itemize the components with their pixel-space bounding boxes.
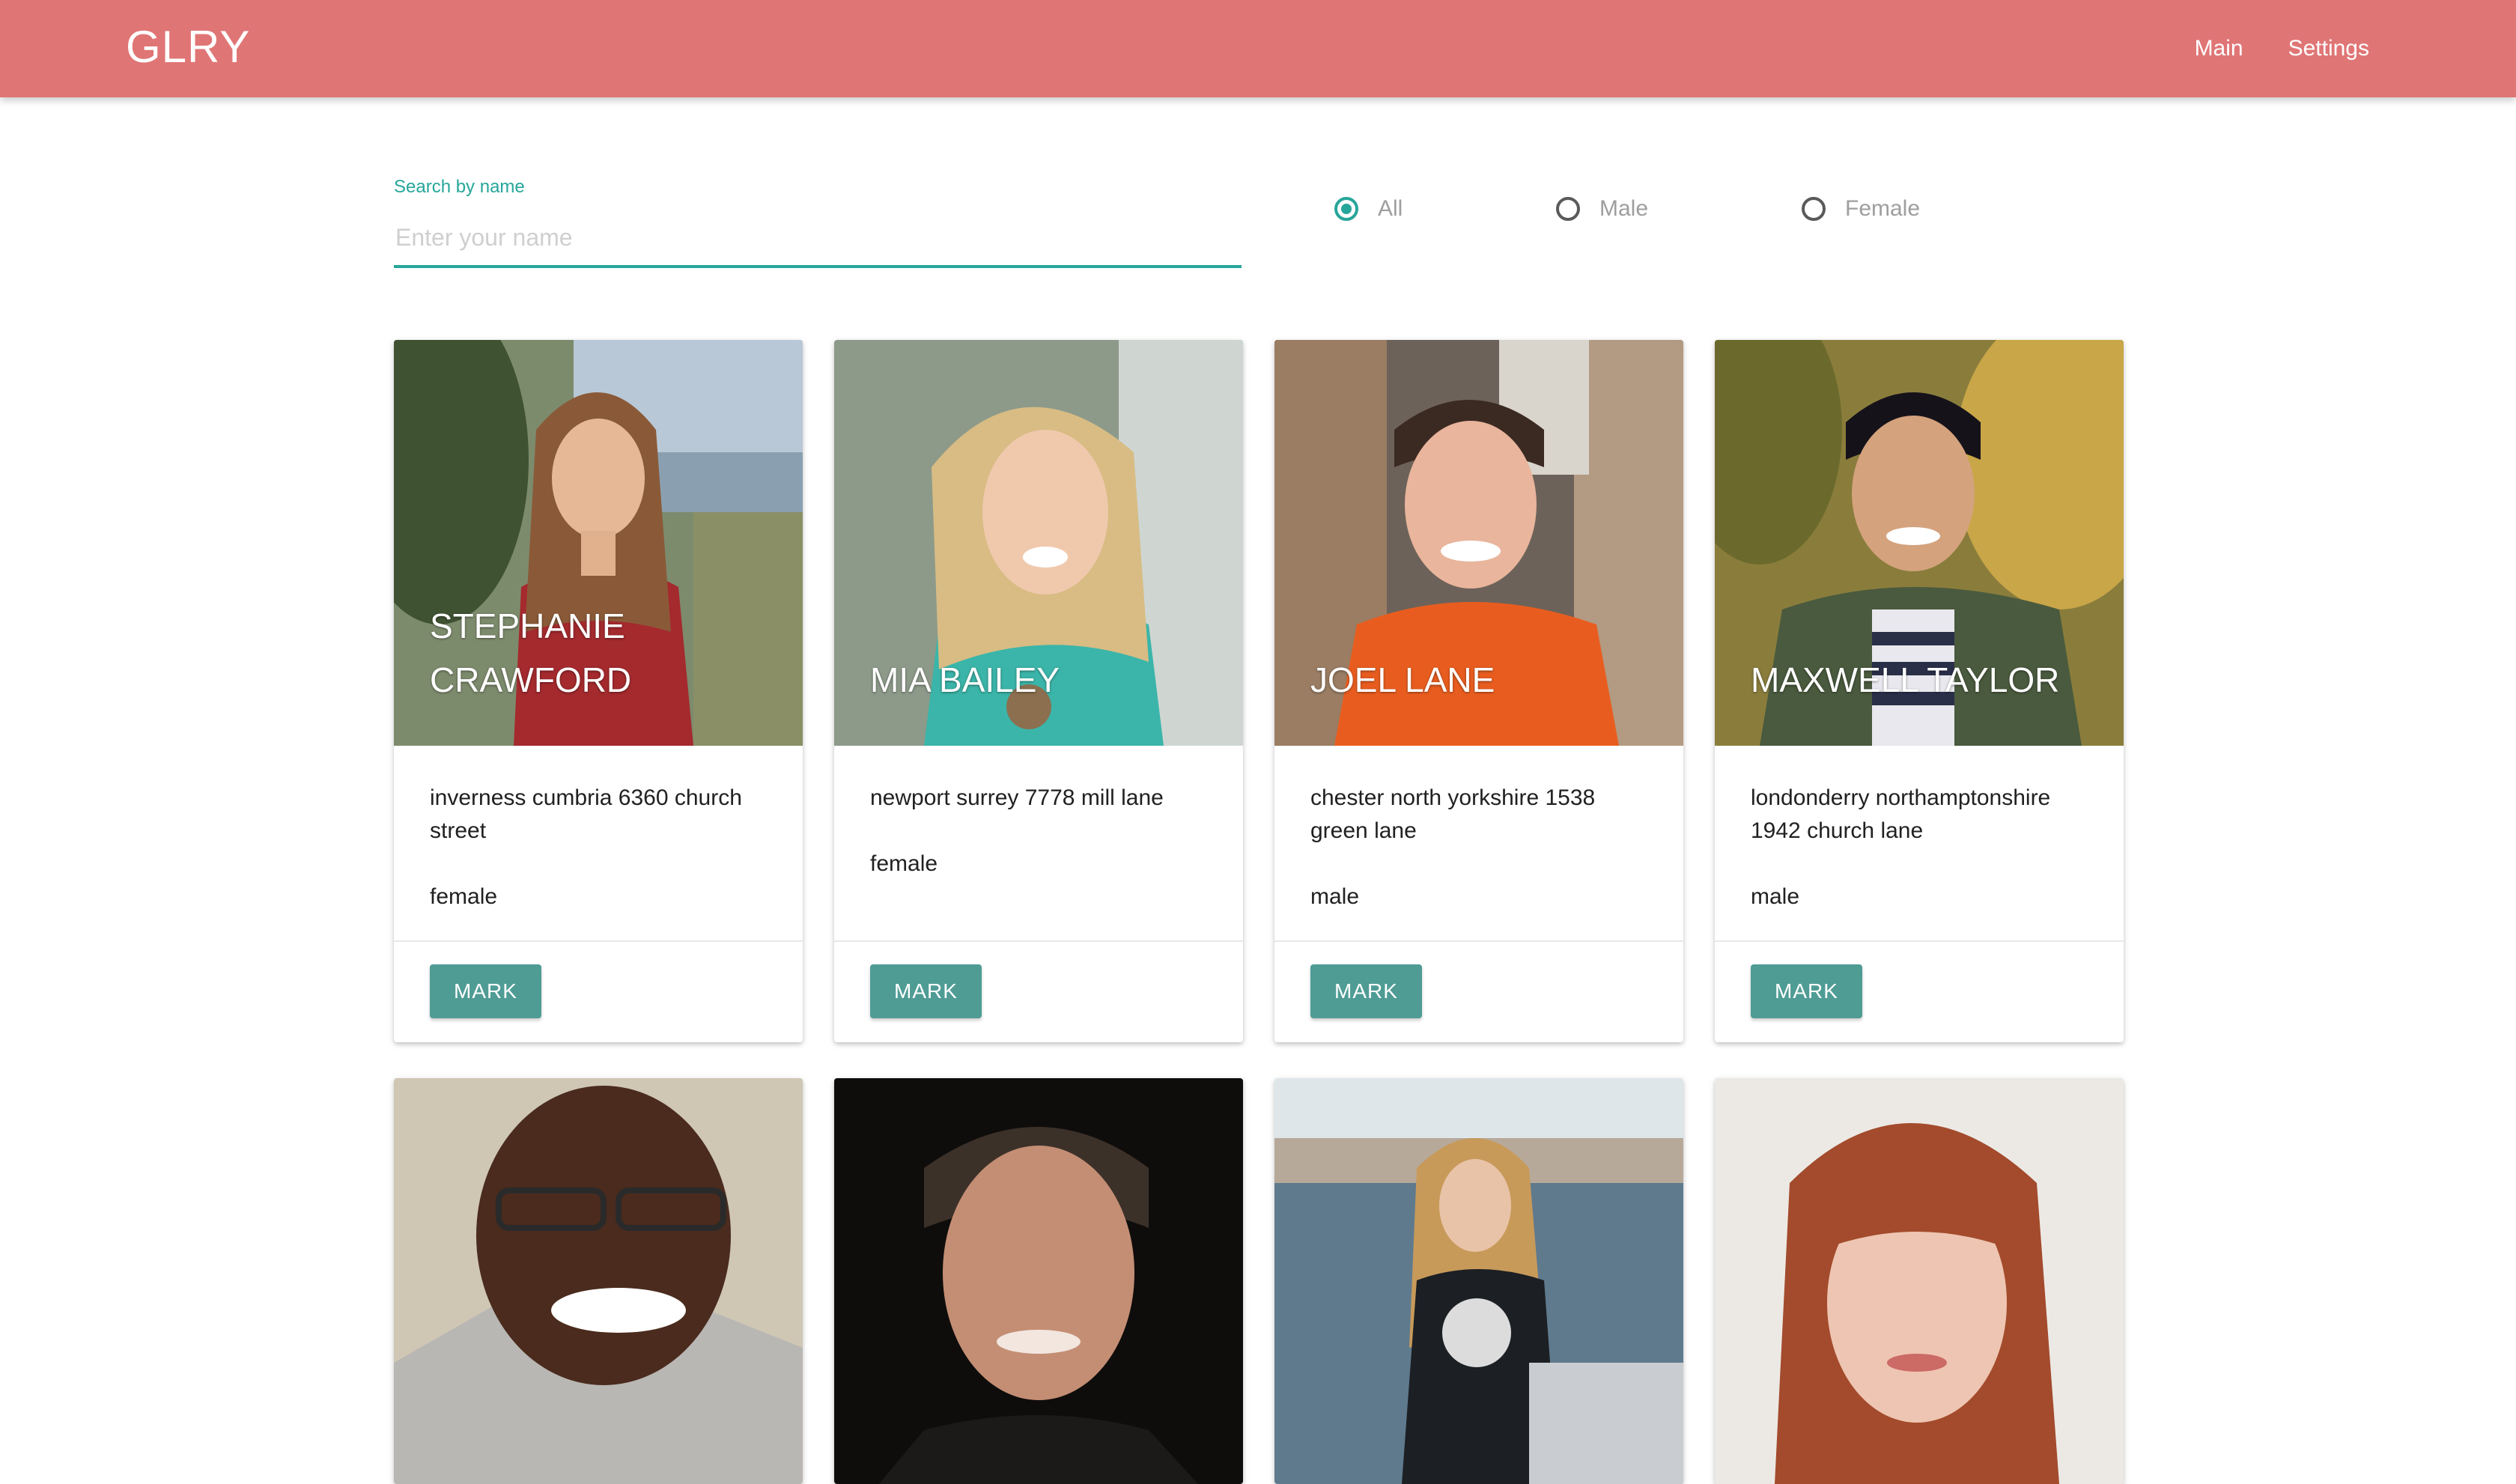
- person-card: STEPHANIE CRAWFORD inverness cumbria 636…: [394, 340, 803, 1042]
- radio-unchecked-icon: [1556, 197, 1580, 221]
- photo-image: [394, 1078, 803, 1484]
- person-address: newport surrey 7778 mill lane: [870, 785, 1164, 810]
- nav-links: Main Settings: [2195, 36, 2369, 61]
- filter-all-label: All: [1378, 196, 1403, 221]
- person-card: [834, 1078, 1243, 1484]
- search-label: Search by name: [394, 177, 525, 197]
- person-card: JOEL LANE chester north yorkshire 1538 g…: [1274, 340, 1683, 1042]
- person-photo: MAXWELL TAYLOR: [1715, 340, 2124, 746]
- nav-link-settings[interactable]: Settings: [2288, 36, 2369, 61]
- card-content: inverness cumbria 6360 church street fem…: [394, 746, 803, 940]
- person-photo: [394, 1078, 803, 1484]
- brand-logo[interactable]: GLRY: [126, 21, 250, 73]
- gender-filter: All Male Female: [0, 196, 2516, 231]
- person-card: [394, 1078, 803, 1484]
- card-content: chester north yorkshire 1538 green lane …: [1274, 746, 1683, 940]
- person-card: [1274, 1078, 1683, 1484]
- person-name: MIA BAILEY: [870, 660, 1060, 699]
- person-gender: female: [870, 851, 938, 876]
- filter-male-radio[interactable]: Male: [1556, 196, 1648, 222]
- top-navbar: GLRY Main Settings: [0, 0, 2516, 97]
- card-action: MARK: [834, 940, 1243, 1042]
- person-photo: MIA BAILEY: [834, 340, 1243, 746]
- person-gender: male: [1310, 884, 1360, 909]
- person-name: STEPHANIE CRAWFORD: [430, 606, 632, 699]
- person-address: inverness cumbria 6360 church street: [430, 785, 742, 843]
- card-content: londonderry northamptonshire 1942 church…: [1715, 746, 2124, 940]
- mark-button[interactable]: MARK: [1310, 964, 1422, 1018]
- filter-male-label: Male: [1599, 196, 1649, 221]
- photo-image: [1274, 1078, 1683, 1484]
- radio-checked-icon: [1334, 197, 1358, 221]
- filter-female-radio[interactable]: Female: [1802, 196, 1920, 222]
- mark-button[interactable]: MARK: [430, 964, 541, 1018]
- person-photo: [834, 1078, 1243, 1484]
- person-address: londonderry northamptonshire 1942 church…: [1751, 785, 2051, 843]
- person-photo: JOEL LANE: [1274, 340, 1683, 746]
- person-gender: female: [430, 884, 498, 909]
- card-action: MARK: [394, 940, 803, 1042]
- photo-image: [1715, 1078, 2124, 1484]
- filter-all-radio[interactable]: All: [1334, 196, 1403, 222]
- person-photo: STEPHANIE CRAWFORD: [394, 340, 803, 746]
- radio-unchecked-icon: [1802, 197, 1826, 221]
- mark-button[interactable]: MARK: [1751, 964, 1862, 1018]
- mark-button[interactable]: MARK: [870, 964, 982, 1018]
- person-gender: male: [1751, 884, 1800, 909]
- card-content: newport surrey 7778 mill lane female: [834, 746, 1243, 940]
- person-name: MAXWELL TAYLOR: [1751, 660, 2060, 699]
- person-card: MIA BAILEY newport surrey 7778 mill lane…: [834, 340, 1243, 1042]
- person-card: [1715, 1078, 2124, 1484]
- filter-female-label: Female: [1845, 196, 1921, 221]
- person-address: chester north yorkshire 1538 green lane: [1310, 785, 1596, 843]
- person-photo: [1715, 1078, 2124, 1484]
- person-card: MAXWELL TAYLOR londonderry northamptonsh…: [1715, 340, 2124, 1042]
- person-name: JOEL LANE: [1310, 660, 1495, 699]
- nav-link-main[interactable]: Main: [2195, 36, 2243, 61]
- card-action: MARK: [1715, 940, 2124, 1042]
- card-action: MARK: [1274, 940, 1683, 1042]
- person-photo: [1274, 1078, 1683, 1484]
- photo-image: [834, 1078, 1243, 1484]
